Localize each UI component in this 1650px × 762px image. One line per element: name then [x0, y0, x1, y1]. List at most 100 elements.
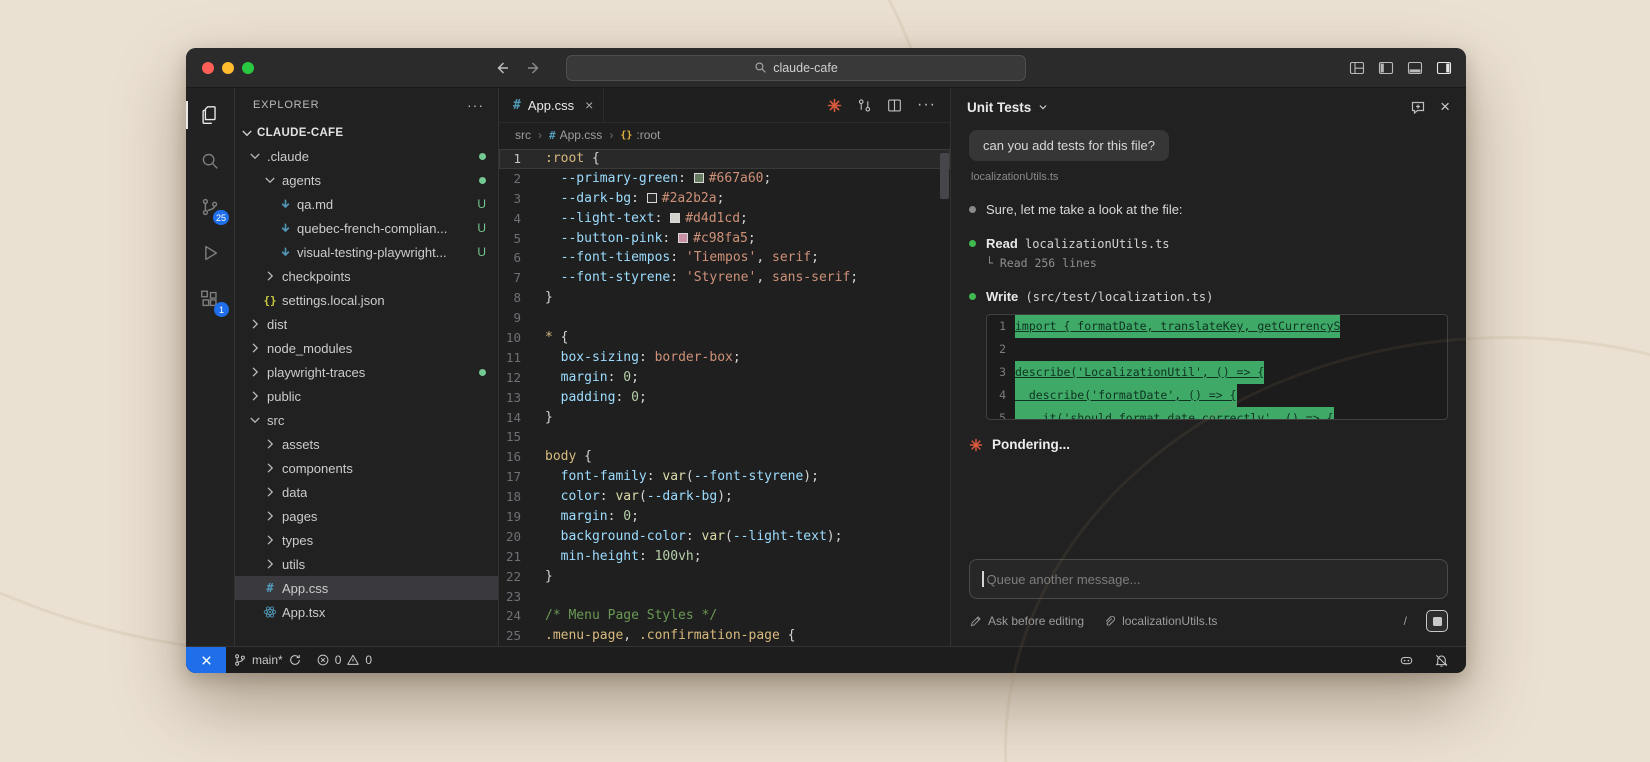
code-line-11[interactable]: 11 box-sizing: border-box; [499, 348, 950, 368]
tree-file-settings.local.json[interactable]: {}settings.local.json [235, 288, 498, 312]
message-input[interactable]: Queue another message... [969, 559, 1448, 599]
explorer-more-actions-icon[interactable]: ··· [467, 97, 484, 113]
search-activity-icon[interactable] [186, 138, 234, 184]
diff-added-text: describe('LocalizationUtil', () => { [1015, 361, 1264, 384]
remote-icon [199, 653, 214, 668]
line-content: box-sizing: border-box; [545, 348, 741, 368]
copilot-status[interactable] [1392, 653, 1421, 668]
status-row: Pondering... [969, 437, 1448, 452]
split-editor-icon[interactable] [887, 98, 902, 113]
code-line-5[interactable]: 5 --button-pink: #c98fa5; [499, 229, 950, 249]
git-branch-status[interactable]: main* [226, 647, 309, 673]
remote-indicator[interactable] [186, 647, 226, 673]
claude-spark-icon[interactable] [827, 98, 842, 113]
code-line-17[interactable]: 17 font-family: var(--font-styrene); [499, 467, 950, 487]
code-line-15[interactable]: 15 [499, 427, 950, 447]
file-label: agents [282, 173, 321, 188]
breadcrumb-src[interactable]: src [515, 128, 531, 142]
tree-file-visual-testing-playwright...[interactable]: visual-testing-playwright...U [235, 240, 498, 264]
tree-folder-dist[interactable]: dist [235, 312, 498, 336]
forward-icon[interactable] [526, 60, 542, 76]
code-line-19[interactable]: 19 margin: 0; [499, 507, 950, 527]
source-control-activity-icon[interactable]: 25 [186, 184, 234, 230]
code-line-18[interactable]: 18 color: var(--dark-bg); [499, 487, 950, 507]
explorer-title: EXPLORER [253, 99, 319, 111]
file-label: .claude [267, 149, 309, 164]
close-window-button[interactable] [202, 62, 214, 74]
tree-folder-agents[interactable]: agents [235, 168, 498, 192]
tree-folder-data[interactable]: data [235, 480, 498, 504]
command-center-search[interactable]: claude-cafe [566, 55, 1026, 81]
source-control-badge: 25 [213, 210, 229, 225]
explorer-activity-icon[interactable] [186, 92, 234, 138]
line-number: 5 [499, 229, 545, 249]
code-line-23[interactable]: 23 [499, 587, 950, 607]
code-line-7[interactable]: 7 --font-styrene: 'Styrene', sans-serif; [499, 268, 950, 288]
scrollbar-thumb[interactable] [940, 153, 949, 199]
problems-status[interactable]: 0 0 [309, 647, 379, 673]
code-line-25[interactable]: 25.menu-page, .confirmation-page { [499, 626, 950, 646]
more-actions-icon[interactable]: ··· [917, 96, 936, 114]
file-label: checkpoints [282, 269, 351, 284]
toggle-panel-icon[interactable] [1407, 60, 1423, 76]
code-line-4[interactable]: 4 --light-text: #d4d1cd; [499, 209, 950, 229]
toggle-primary-sidebar-icon[interactable] [1378, 60, 1394, 76]
code-line-13[interactable]: 13 padding: 0; [499, 388, 950, 408]
project-root-row[interactable]: CLAUDE-CAFE [235, 122, 498, 144]
close-panel-icon[interactable]: × [1440, 97, 1450, 117]
code-line-22[interactable]: 22} [499, 567, 950, 587]
diff-line-number: 5 [987, 407, 1015, 420]
code-line-14[interactable]: 14} [499, 408, 950, 428]
stop-button[interactable] [1426, 610, 1448, 632]
zoom-window-button[interactable] [242, 62, 254, 74]
customize-layout-icon[interactable] [1349, 60, 1365, 76]
code-line-9[interactable]: 9 [499, 308, 950, 328]
code-line-1[interactable]: 1:root { [499, 149, 950, 169]
code-line-20[interactable]: 20 background-color: var(--light-text); [499, 527, 950, 547]
tree-folder-playwright-traces[interactable]: playwright-traces [235, 360, 498, 384]
code-line-24[interactable]: 24/* Menu Page Styles */ [499, 606, 950, 626]
slash-commands-hint[interactable]: / [1404, 614, 1419, 628]
open-changes-icon[interactable] [857, 98, 872, 113]
tree-folder-public[interactable]: public [235, 384, 498, 408]
code-line-21[interactable]: 21 min-height: 100vh; [499, 547, 950, 567]
tree-folder-node-modules[interactable]: node_modules [235, 336, 498, 360]
tree-file-app.tsx[interactable]: App.tsx [235, 600, 498, 624]
chevron-right-icon [262, 436, 278, 452]
chevron-right-icon [247, 388, 263, 404]
code-line-6[interactable]: 6 --font-tiempos: 'Tiempos', serif; [499, 248, 950, 268]
code-line-2[interactable]: 2 --primary-green: #667a60; [499, 169, 950, 189]
permission-mode-button[interactable]: Ask before editing [969, 614, 1084, 628]
breadcrumb-file[interactable]: # App.css [549, 128, 602, 142]
minimize-window-button[interactable] [222, 62, 234, 74]
tree-file-quebec-french-complian...[interactable]: quebec-french-complian...U [235, 216, 498, 240]
tree-folder-checkpoints[interactable]: checkpoints [235, 264, 498, 288]
tree-folder-pages[interactable]: pages [235, 504, 498, 528]
tab-app-css[interactable]: # App.css × [499, 88, 604, 122]
code-line-8[interactable]: 8} [499, 288, 950, 308]
tree-file-qa.md[interactable]: qa.mdU [235, 192, 498, 216]
close-tab-icon[interactable]: × [585, 97, 593, 113]
run-debug-activity-icon[interactable] [186, 230, 234, 276]
tree-folder-components[interactable]: components [235, 456, 498, 480]
back-icon[interactable] [494, 60, 510, 76]
tree-folder-utils[interactable]: utils [235, 552, 498, 576]
notifications-status[interactable] [1427, 653, 1456, 668]
toggle-secondary-sidebar-icon[interactable] [1436, 60, 1452, 76]
tree-folder-types[interactable]: types [235, 528, 498, 552]
line-content: margin: 0; [545, 368, 639, 388]
code-line-3[interactable]: 3 --dark-bg: #2a2b2a; [499, 189, 950, 209]
extensions-activity-icon[interactable]: 1 [186, 276, 234, 322]
code-line-16[interactable]: 16body { [499, 447, 950, 467]
tree-folder-src[interactable]: src [235, 408, 498, 432]
editor-actions: ··· [827, 88, 950, 122]
code-line-10[interactable]: 10* { [499, 328, 950, 348]
tree-folder-.claude[interactable]: .claude [235, 144, 498, 168]
new-chat-icon[interactable] [1410, 99, 1426, 115]
code-line-12[interactable]: 12 margin: 0; [499, 368, 950, 388]
session-title-dropdown[interactable]: Unit Tests [967, 100, 1049, 115]
tree-file-app.css[interactable]: #App.css [235, 576, 498, 600]
breadcrumb-symbol[interactable]: {} :root [620, 128, 660, 142]
tree-folder-assets[interactable]: assets [235, 432, 498, 456]
attached-file-chip[interactable]: localizationUtils.ts [1103, 614, 1217, 628]
